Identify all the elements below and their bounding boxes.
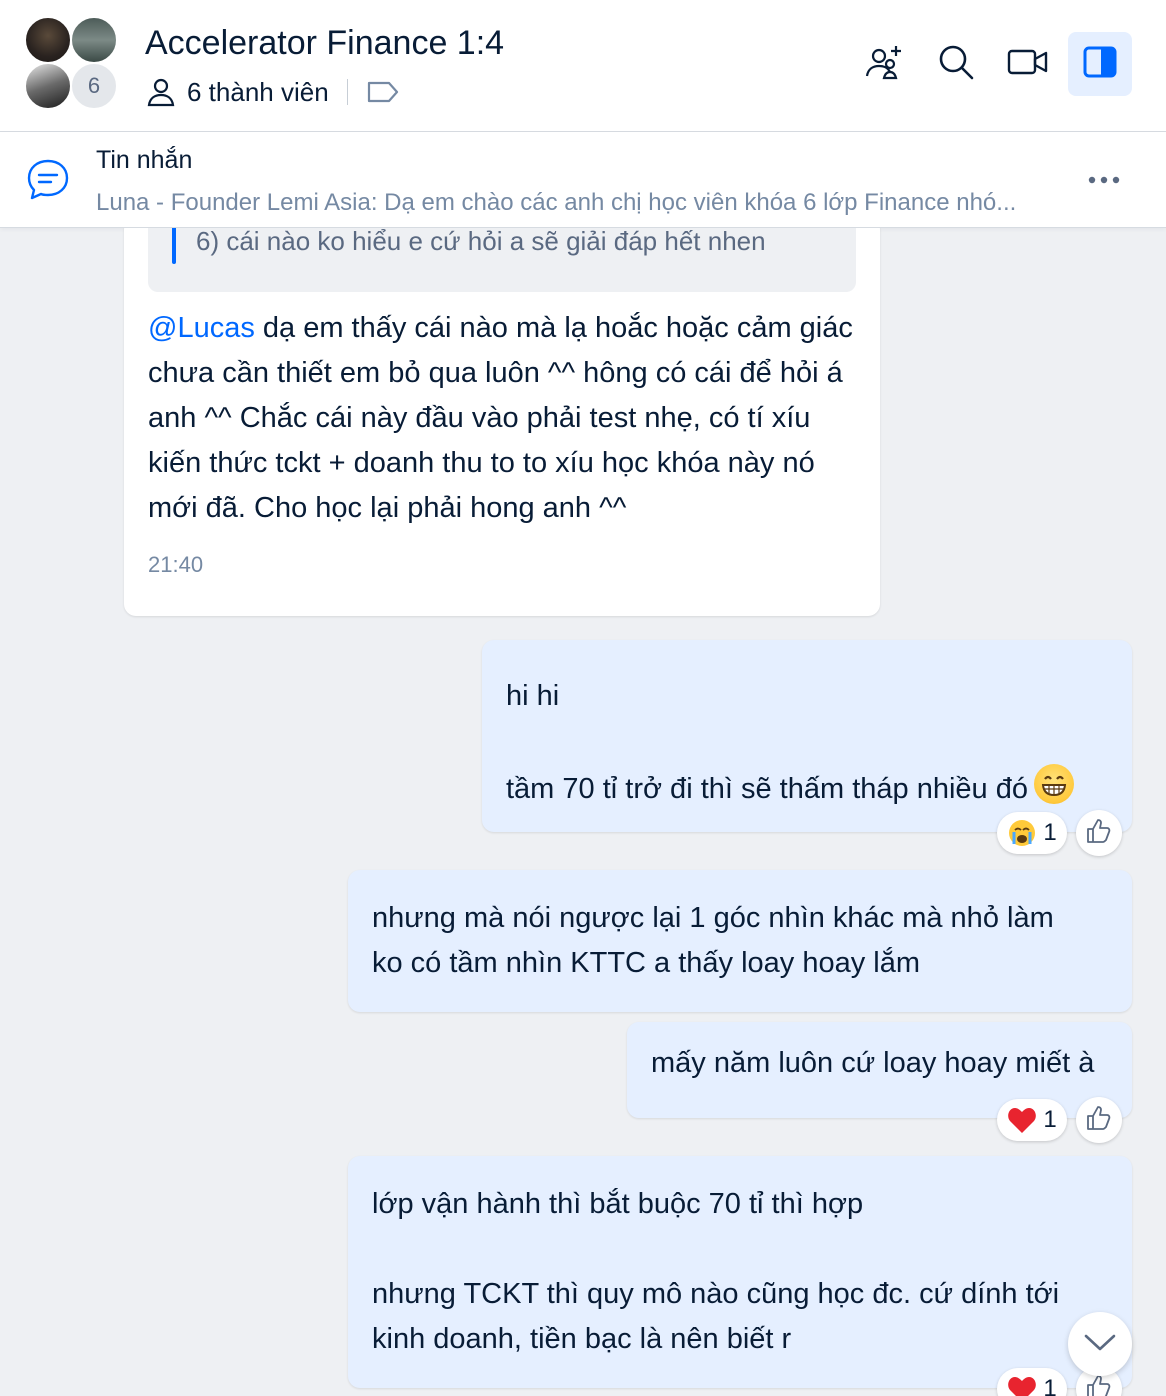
search-button[interactable] (924, 32, 988, 96)
pinned-preview: Luna - Founder Lemi Asia: Dạ em chào các… (96, 189, 1017, 216)
reaction-count: 1 (1043, 819, 1057, 846)
quote-bar (172, 228, 176, 264)
message-line: nhưng TCKT thì quy mô nào cũng học đc. c… (372, 1278, 1060, 1310)
message-time: 21:40 (148, 552, 204, 577)
reaction-badge[interactable]: 1 (997, 1368, 1067, 1396)
sidebar-toggle-icon (1082, 44, 1118, 85)
message-line: mấy năm luôn cứ loay hoay miết à (651, 1047, 1095, 1079)
outgoing-message[interactable]: hi hi tầm 70 tỉ trở đi thì sẽ thấm tháp … (482, 640, 1132, 832)
thumbs-up-icon (1085, 1373, 1113, 1396)
message-line: lớp vận hành thì bắt buộc 70 tỉ thì hợp (372, 1188, 864, 1220)
incoming-message[interactable]: 6) cái nào ko hiểu e cứ hỏi a sẽ giải đá… (124, 228, 880, 616)
pinned-label: Tin nhắn (96, 146, 193, 174)
message-line: kinh doanh, tiền bạc là nên biết r (372, 1323, 792, 1355)
reaction-badge[interactable]: 1 (997, 1099, 1067, 1141)
chevron-down-icon (1083, 1332, 1117, 1357)
scroll-to-bottom-button[interactable] (1068, 1312, 1132, 1376)
members-label: 6 thành viên (187, 76, 329, 107)
message-text: @Lucas dạ em thấy cái nào mà lạ hoắc hoặ… (148, 306, 860, 531)
person-icon (145, 76, 177, 108)
conversation-title[interactable]: Accelerator Finance 1:4 (145, 24, 504, 63)
member-avatar (24, 62, 72, 110)
heart-icon (1007, 1375, 1037, 1396)
message-line-text: tầm 70 tỉ trở đi thì sẽ thấm tháp nhiều … (506, 773, 1028, 805)
thumbs-up-icon (1085, 817, 1113, 850)
quote-text: 6) cái nào ko hiểu e cứ hỏi a sẽ giải đá… (196, 228, 766, 256)
divider (346, 79, 348, 105)
video-call-icon (1007, 46, 1049, 83)
crying-face-icon (1007, 818, 1037, 848)
member-avatar (24, 16, 72, 64)
heart-icon (1007, 1106, 1037, 1134)
video-call-button[interactable] (996, 32, 1060, 96)
chat-header: 6 Accelerator Finance 1:4 6 thành viên (0, 0, 1166, 132)
members-info[interactable]: 6 thành viên (145, 76, 400, 108)
mention-link[interactable]: @Lucas (148, 312, 255, 344)
tag-icon[interactable] (366, 79, 400, 105)
pinned-message-bar[interactable]: Tin nhắn Luna - Founder Lemi Asia: Dạ em… (0, 132, 1166, 228)
message-line: hi hi (506, 680, 560, 712)
thumbs-up-icon (1085, 1104, 1113, 1137)
message-line: tầm 70 tỉ trở đi thì sẽ thấm tháp nhiều … (506, 764, 1108, 812)
add-member-icon (864, 42, 904, 87)
member-count-badge: 6 (70, 62, 118, 110)
outgoing-message[interactable]: lớp vận hành thì bắt buộc 70 tỉ thì hợp … (348, 1156, 1132, 1388)
like-button[interactable] (1076, 810, 1122, 856)
more-options-icon[interactable] (1086, 162, 1122, 203)
grinning-emoji-icon (1033, 764, 1074, 804)
sidebar-toggle-button[interactable] (1068, 32, 1132, 96)
message-list[interactable]: 6) cái nào ko hiểu e cứ hỏi a sẽ giải đá… (0, 228, 1166, 1396)
outgoing-message[interactable]: nhưng mà nói ngược lại 1 góc nhìn khác m… (348, 870, 1132, 1012)
group-avatar[interactable]: 6 (24, 16, 120, 112)
message-line: ko có tầm nhìn KTTC a thấy loay hoay lắm (372, 947, 921, 979)
add-member-button[interactable] (852, 32, 916, 96)
reaction-count: 1 (1043, 1375, 1057, 1396)
search-icon (937, 43, 975, 86)
reaction-badge[interactable]: 1 (997, 812, 1067, 854)
like-button[interactable] (1076, 1097, 1122, 1143)
quoted-message[interactable]: 6) cái nào ko hiểu e cứ hỏi a sẽ giải đá… (148, 228, 856, 292)
member-avatar (70, 16, 118, 64)
message-bubble-icon (26, 158, 70, 207)
reaction-count: 1 (1043, 1106, 1057, 1133)
message-line: nhưng mà nói ngược lại 1 góc nhìn khác m… (372, 902, 1054, 934)
